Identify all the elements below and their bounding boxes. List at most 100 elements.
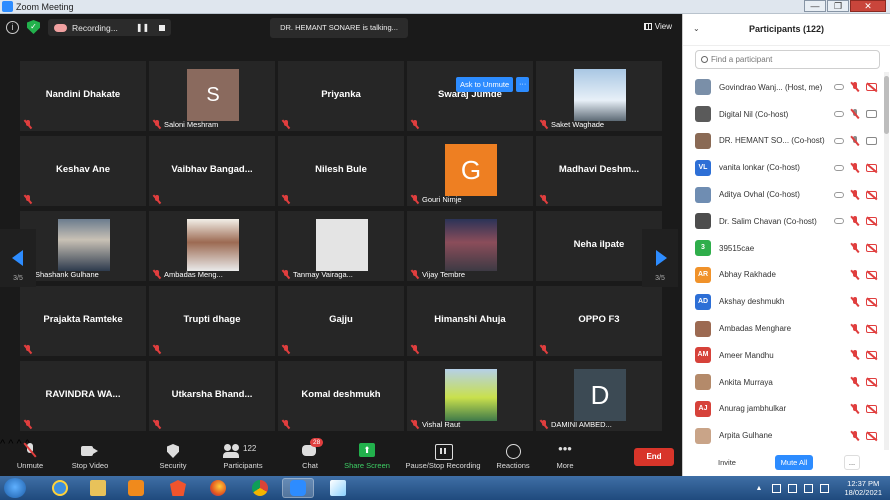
taskbar-chrome[interactable]	[244, 478, 276, 498]
participant-row[interactable]: 3 39515cae	[683, 235, 883, 262]
video-tile[interactable]: Priyanka	[278, 61, 404, 131]
video-off-icon[interactable]	[866, 404, 877, 413]
video-tile[interactable]: Himanshi Ahuja	[407, 286, 533, 356]
video-off-icon[interactable]	[866, 324, 877, 333]
mic-muted-icon[interactable]	[850, 82, 860, 92]
video-off-icon[interactable]	[866, 163, 877, 172]
taskbar-media-player[interactable]	[120, 478, 152, 498]
participant-row[interactable]: Ambadas Menghare	[683, 315, 883, 342]
mic-icon[interactable]	[850, 109, 860, 119]
video-tile[interactable]: Trupti dhage	[149, 286, 275, 356]
taskbar-clock[interactable]: 12:37 PM 18/02/2021	[844, 479, 882, 497]
maximize-button[interactable]: ❐	[827, 0, 849, 12]
participant-row[interactable]: Ankita Murraya	[683, 369, 883, 396]
video-tile[interactable]: Nandini Dhakate	[20, 61, 146, 131]
mic-muted-icon[interactable]	[850, 216, 860, 226]
end-meeting-button[interactable]: End	[634, 448, 674, 466]
view-button[interactable]: View	[643, 22, 672, 31]
display-icon[interactable]	[788, 483, 798, 493]
share-screen-button[interactable]: Share Screen	[342, 442, 392, 470]
mic-muted-icon[interactable]	[850, 243, 860, 253]
reactions-button[interactable]: Reactions	[494, 442, 532, 470]
mic-muted-icon[interactable]	[850, 350, 860, 360]
video-off-icon[interactable]	[866, 83, 877, 92]
encryption-shield-icon[interactable]: ✓	[27, 20, 40, 34]
video-tile[interactable]: Keshav Ane	[20, 136, 146, 206]
taskbar-file-explorer[interactable]	[82, 478, 114, 498]
video-off-icon[interactable]	[866, 351, 877, 360]
video-tile[interactable]: Nilesh Bule	[278, 136, 404, 206]
video-tile[interactable]: Gajju	[278, 286, 404, 356]
participant-row[interactable]: Aditya Ovhal (Co-host)	[683, 181, 883, 208]
taskbar-paint[interactable]	[322, 478, 354, 498]
video-tile[interactable]: RAVINDRA WA...	[20, 361, 146, 431]
video-tile[interactable]: G Gouri Nimje	[407, 136, 533, 206]
tile-more-button[interactable]: ···	[516, 77, 530, 92]
start-button[interactable]	[4, 478, 26, 498]
video-icon[interactable]	[866, 110, 877, 119]
volume-icon[interactable]	[820, 483, 830, 493]
participant-row[interactable]: Govindrao Wanj... (Host, me)	[683, 74, 883, 101]
ask-to-unmute-button[interactable]: Ask to Unmute	[456, 77, 514, 92]
action-center-flag-icon[interactable]	[772, 483, 782, 493]
panel-more-button[interactable]: ...	[844, 455, 860, 470]
video-tile[interactable]: Vaibhav Bangad...	[149, 136, 275, 206]
participants-button[interactable]: 122 Participants	[218, 442, 268, 470]
network-icon[interactable]	[804, 483, 814, 493]
mic-muted-icon[interactable]	[850, 377, 860, 387]
taskbar-firefox[interactable]	[202, 478, 234, 498]
mic-muted-icon[interactable]	[850, 403, 860, 414]
pause-stop-recording-button[interactable]: Pause/Stop Recording	[403, 442, 483, 470]
stop-video-button[interactable]: Stop Video	[66, 442, 114, 470]
video-off-icon[interactable]	[866, 190, 877, 199]
mic-muted-icon[interactable]	[850, 430, 860, 441]
video-off-icon[interactable]	[866, 217, 877, 226]
video-icon[interactable]	[866, 136, 877, 145]
scrollbar-thumb[interactable]	[884, 76, 889, 134]
mic-muted-icon[interactable]	[850, 269, 860, 280]
mic-muted-icon[interactable]	[850, 296, 860, 307]
close-button[interactable]: ✕	[850, 0, 886, 12]
mic-muted-icon[interactable]	[850, 162, 860, 173]
video-tile[interactable]: OPPO F3	[536, 286, 662, 356]
mute-all-button[interactable]: Mute All	[775, 455, 813, 470]
video-tile[interactable]: Shashank Gulhane	[20, 211, 146, 281]
video-tile[interactable]: S Saloni Meshram	[149, 61, 275, 131]
show-hidden-icons-arrow[interactable]: ▲	[756, 485, 763, 492]
minimize-button[interactable]: —	[804, 0, 826, 12]
more-button[interactable]: ••• More	[550, 442, 580, 471]
pause-recording-icon[interactable]: ❚❚	[136, 23, 149, 32]
participant-row[interactable]: AD Akshay deshmukh	[683, 288, 883, 315]
video-tile[interactable]: Swaraj Jumde	[407, 61, 533, 131]
unmute-button[interactable]: Unmute	[12, 442, 48, 470]
video-off-icon[interactable]	[866, 431, 877, 440]
next-page-button[interactable]: 3/5	[642, 229, 678, 287]
video-off-icon[interactable]	[866, 297, 877, 306]
participant-row[interactable]: Dr. Salim Chavan (Co-host)	[683, 208, 883, 235]
video-off-icon[interactable]	[866, 244, 877, 253]
audio-options-chevron[interactable]: ^	[0, 438, 5, 450]
video-tile[interactable]: Saket Waghade	[536, 61, 662, 131]
taskbar-internet-explorer[interactable]	[44, 478, 76, 498]
info-icon[interactable]: i	[6, 21, 19, 34]
mic-muted-icon[interactable]	[850, 189, 860, 200]
participant-row[interactable]: AM Ameer Mandhu	[683, 342, 883, 369]
participant-row[interactable]: Arpita Gulhane	[683, 422, 883, 449]
participant-row[interactable]: VL vanita lonkar (Co-host)	[683, 154, 883, 181]
video-tile[interactable]: Utkarsha Bhand...	[149, 361, 275, 431]
video-tile[interactable]: Ambadas Meng...	[149, 211, 275, 281]
participant-list-scrollbar[interactable]	[884, 72, 889, 450]
participant-search-input[interactable]	[711, 55, 871, 64]
participant-row[interactable]: DR. HEMANT SO... (Co-host)	[683, 128, 883, 155]
video-off-icon[interactable]	[866, 270, 877, 279]
participant-row[interactable]: Digital Nil (Co-host)	[683, 101, 883, 128]
video-off-icon[interactable]	[866, 378, 877, 387]
mic-muted-icon[interactable]	[850, 323, 860, 334]
video-tile[interactable]: Madhavi Deshm...	[536, 136, 662, 206]
invite-button[interactable]: Invite	[709, 455, 745, 470]
video-tile[interactable]: Vijay Tembre	[407, 211, 533, 281]
participant-row[interactable]: AR Abhay Rakhade	[683, 262, 883, 289]
stop-recording-icon[interactable]	[159, 24, 166, 31]
security-button[interactable]: Security	[154, 442, 192, 470]
mic-icon[interactable]	[850, 135, 860, 146]
